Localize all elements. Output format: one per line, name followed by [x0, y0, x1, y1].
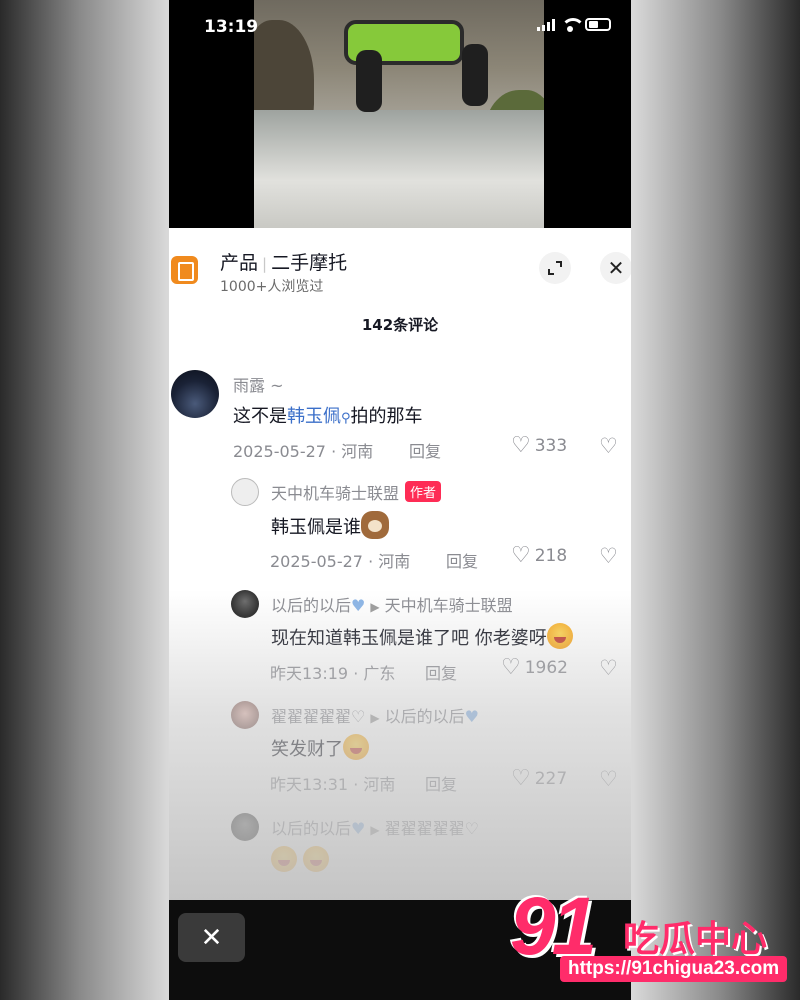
- reply-button[interactable]: 回复: [425, 771, 457, 795]
- close-icon: ✕: [607, 256, 625, 280]
- status-bar: 13:19: [169, 0, 631, 54]
- product-name: 二手摩托: [271, 252, 348, 274]
- author-badge: 作者: [405, 481, 442, 502]
- bottom-close-button[interactable]: ✕: [178, 913, 245, 962]
- comment-item: 翟翟翟翟翟♡ ▶ 以后的以后♥ 笑发财了 昨天13:31 · 河南 回复 ♡ 227 …: [169, 701, 631, 801]
- like-count: 227: [534, 769, 568, 789]
- avatar[interactable]: [231, 701, 259, 729]
- dog-emoji-icon: [361, 511, 389, 539]
- reply-arrow-icon: ▶: [370, 600, 380, 614]
- laugh-emoji-icon: [546, 623, 573, 649]
- comment-username[interactable]: 以后的以后♥ ▶ 天中机车骑士联盟: [271, 592, 513, 616]
- dislike-icon[interactable]: ♡: [599, 544, 618, 568]
- comment-count: 142条评论: [361, 316, 439, 334]
- wifi-icon: [561, 18, 585, 32]
- dislike-icon[interactable]: ♡: [599, 767, 618, 791]
- heart-icon: ♡: [501, 655, 521, 680]
- comment-text: 现在知道韩玉佩是谁了吧 你老婆呀: [271, 623, 573, 650]
- comment-username[interactable]: 翟翟翟翟翟♡ ▶ 以后的以后♥: [271, 703, 479, 727]
- like-button[interactable]: ♡ 1962: [501, 657, 568, 679]
- heart-emoji-icon: ♥: [351, 819, 366, 838]
- comment-date: 昨天13:19 · 广东: [270, 664, 396, 683]
- status-time: 13:19: [204, 17, 259, 37]
- mention-link[interactable]: 韩玉佩: [287, 406, 341, 427]
- comment-username[interactable]: 天中机车骑士联盟 作者: [271, 480, 442, 504]
- reply-button[interactable]: 回复: [425, 660, 457, 684]
- product-icon: [171, 256, 198, 284]
- battery-icon: [585, 18, 611, 31]
- reply-arrow-icon: ▶: [370, 823, 380, 837]
- heart-emoji-icon: ♥: [464, 707, 479, 726]
- like-count: 218: [534, 546, 568, 566]
- heart-icon: ♡: [511, 543, 531, 568]
- laugh-emoji-icon: [271, 846, 297, 872]
- like-count: 333: [534, 436, 568, 456]
- expand-icon: [548, 261, 562, 275]
- close-icon: ✕: [200, 922, 223, 953]
- expand-button[interactable]: [539, 252, 571, 284]
- reply-arrow-icon: ▶: [370, 711, 380, 725]
- comment-date: 2025-05-27 · 河南: [233, 442, 374, 461]
- like-button[interactable]: ♡ 333: [511, 435, 567, 457]
- reply-button[interactable]: 回复: [446, 548, 478, 572]
- watermark-url: https://91chigua23.com: [560, 956, 788, 982]
- like-button[interactable]: ♡ 227: [511, 768, 567, 790]
- product-views: 1000+人浏览过: [220, 279, 324, 295]
- comment-text: 这不是韩玉佩⚲拍的那车: [233, 406, 423, 427]
- heart-icon: ♡: [511, 766, 531, 791]
- search-icon: ⚲: [341, 411, 351, 426]
- like-count: 1962: [524, 658, 568, 678]
- dislike-icon[interactable]: ♡: [599, 656, 618, 680]
- comment-username[interactable]: 雨露 ~: [233, 372, 284, 396]
- product-category: 产品: [220, 252, 259, 274]
- heart-emoji-icon: ♥: [351, 596, 366, 615]
- comment-item: 以后的以后♥ ▶ 天中机车骑士联盟 现在知道韩玉佩是谁了吧 你老婆呀 昨天13:19…: [169, 590, 631, 690]
- laugh-emoji-icon: [343, 734, 369, 760]
- video-player[interactable]: 13:19: [169, 0, 631, 228]
- like-button[interactable]: ♡ 218: [511, 545, 567, 567]
- laugh-emoji-icon: [302, 846, 329, 872]
- comment-text: 韩玉佩是谁: [271, 511, 389, 539]
- comment-item: 雨露 ~ 这不是韩玉佩⚲拍的那车 2025-05-27 · 河南 回复 ♡ 333…: [169, 368, 631, 468]
- avatar[interactable]: [231, 590, 259, 618]
- watermark-logo: 91 吃瓜中心 https://91chigua23.com: [505, 880, 795, 990]
- phone-screen: 13:19 产品 | 二手摩托 1000+人浏览过 ✕ 142条评论 雨露 ~ 这不…: [169, 0, 631, 1000]
- comment-text: [271, 846, 329, 872]
- watermark-name: 吃瓜中心: [623, 919, 768, 960]
- heart-icon: ♡: [511, 433, 531, 458]
- comment-date: 2025-05-27 · 河南: [270, 552, 411, 571]
- avatar[interactable]: [171, 370, 219, 418]
- reply-button[interactable]: 回复: [409, 438, 441, 462]
- comment-text: 笑发财了: [271, 734, 369, 761]
- product-title[interactable]: 产品 | 二手摩托: [220, 248, 347, 275]
- comment-item: 天中机车骑士联盟 作者 韩玉佩是谁 2025-05-27 · 河南 回复 ♡ 218…: [169, 478, 631, 578]
- signal-icon: [537, 18, 555, 31]
- dislike-icon[interactable]: ♡: [599, 434, 618, 458]
- comment-panel: 产品 | 二手摩托 1000+人浏览过 ✕ 142条评论 雨露 ~ 这不是韩玉佩⚲拍…: [169, 228, 631, 900]
- comment-item: 以后的以后♥ ▶ 翟翟翟翟翟♡: [169, 813, 631, 883]
- avatar[interactable]: [231, 813, 259, 841]
- close-button[interactable]: ✕: [600, 252, 631, 284]
- avatar[interactable]: [231, 478, 259, 506]
- comment-username[interactable]: 以后的以后♥ ▶ 翟翟翟翟翟♡: [271, 815, 479, 839]
- comment-date: 昨天13:31 · 河南: [270, 775, 396, 794]
